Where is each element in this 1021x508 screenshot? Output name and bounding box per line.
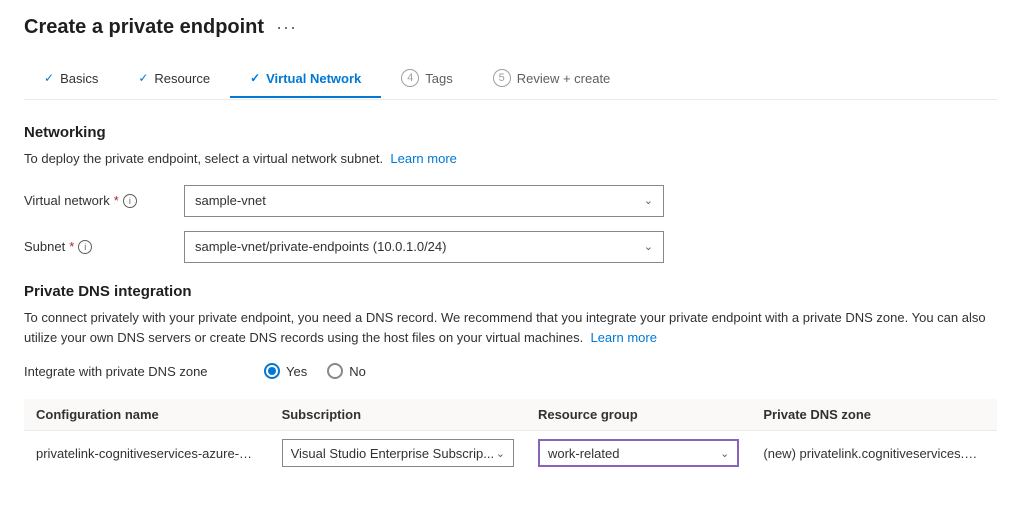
- dns-no-option[interactable]: No: [327, 363, 366, 379]
- table-row: privatelink-cognitiveservices-azure-c...…: [24, 431, 997, 476]
- required-marker: *: [69, 239, 74, 254]
- dns-learn-more-link[interactable]: Learn more: [590, 330, 656, 345]
- resource-group-cell: work-related ⌄: [526, 431, 751, 476]
- yes-radio-button[interactable]: [264, 363, 280, 379]
- tab-tags[interactable]: 4 Tags: [381, 59, 472, 99]
- col-subscription: Subscription: [270, 399, 526, 431]
- tab-review-create[interactable]: 5 Review + create: [473, 59, 631, 99]
- subnet-value: sample-vnet/private-endpoints (10.0.1.0/…: [195, 239, 446, 254]
- no-radio-button[interactable]: [327, 363, 343, 379]
- subnet-row: Subnet * i sample-vnet/private-endpoints…: [24, 231, 997, 263]
- networking-desc-text: To deploy the private endpoint, select a…: [24, 151, 383, 166]
- subnet-info-icon[interactable]: i: [78, 240, 92, 254]
- chevron-down-icon: ⌄: [644, 194, 653, 207]
- dns-description: To connect privately with your private e…: [24, 308, 997, 350]
- tab-review-number: 5: [493, 69, 511, 87]
- page-header: Create a private endpoint ···: [24, 16, 997, 39]
- page-container: Create a private endpoint ··· ✓ Basics ✓…: [0, 0, 1021, 491]
- tab-resource[interactable]: ✓ Resource: [118, 61, 230, 98]
- subnet-select-wrapper: sample-vnet/private-endpoints (10.0.1.0/…: [184, 231, 664, 263]
- dns-integrate-label: Integrate with private DNS zone: [24, 364, 244, 379]
- virtual-network-select[interactable]: sample-vnet ⌄: [184, 185, 664, 217]
- dns-table-wrapper: Configuration name Subscription Resource…: [24, 399, 997, 475]
- config-name-value: privatelink-cognitiveservices-azure-c...: [36, 446, 256, 461]
- dns-table: Configuration name Subscription Resource…: [24, 399, 997, 475]
- subnet-select[interactable]: sample-vnet/private-endpoints (10.0.1.0/…: [184, 231, 664, 263]
- check-icon: ✓: [250, 71, 260, 85]
- virtual-network-value: sample-vnet: [195, 193, 266, 208]
- subscription-value: Visual Studio Enterprise Subscrip...: [291, 446, 495, 461]
- virtual-network-label: Virtual network * i: [24, 193, 184, 208]
- chevron-down-icon: ⌄: [496, 447, 505, 460]
- dns-yes-option[interactable]: Yes: [264, 363, 307, 379]
- check-icon: ✓: [138, 71, 148, 85]
- col-resource-group: Resource group: [526, 399, 751, 431]
- dns-section: Private DNS integration To connect priva…: [24, 283, 997, 476]
- chevron-down-icon: ⌄: [644, 240, 653, 253]
- more-options-icon[interactable]: ···: [276, 17, 297, 38]
- tab-resource-label: Resource: [154, 71, 210, 86]
- tab-virtual-network-label: Virtual Network: [266, 71, 361, 86]
- col-config-name: Configuration name: [24, 399, 270, 431]
- col-dns-zone: Private DNS zone: [751, 399, 997, 431]
- virtual-network-info-icon[interactable]: i: [123, 194, 137, 208]
- dns-table-header-row: Configuration name Subscription Resource…: [24, 399, 997, 431]
- networking-title: Networking: [24, 124, 997, 141]
- subscription-cell: Visual Studio Enterprise Subscrip... ⌄: [270, 431, 526, 476]
- resource-group-value: work-related: [548, 446, 620, 461]
- tab-virtual-network[interactable]: ✓ Virtual Network: [230, 61, 381, 98]
- chevron-down-icon: ⌄: [720, 447, 729, 460]
- tab-review-label: Review + create: [517, 71, 611, 86]
- tab-basics-label: Basics: [60, 71, 98, 86]
- networking-description: To deploy the private endpoint, select a…: [24, 149, 997, 169]
- subnet-label: Subnet * i: [24, 239, 184, 254]
- no-label: No: [349, 364, 366, 379]
- wizard-tabs: ✓ Basics ✓ Resource ✓ Virtual Network 4 …: [24, 59, 997, 100]
- dns-integrate-row: Integrate with private DNS zone Yes No: [24, 363, 997, 379]
- networking-learn-more-link[interactable]: Learn more: [390, 151, 456, 166]
- virtual-network-row: Virtual network * i sample-vnet ⌄: [24, 185, 997, 217]
- virtual-network-select-wrapper: sample-vnet ⌄: [184, 185, 664, 217]
- page-title: Create a private endpoint: [24, 16, 264, 39]
- dns-desc-text: To connect privately with your private e…: [24, 310, 986, 346]
- tab-basics[interactable]: ✓ Basics: [24, 61, 118, 98]
- dns-section-title: Private DNS integration: [24, 283, 997, 300]
- yes-label: Yes: [286, 364, 307, 379]
- tab-tags-label: Tags: [425, 71, 452, 86]
- dns-zone-value: (new) privatelink.cognitiveservices.az..…: [763, 446, 983, 461]
- networking-section: Networking To deploy the private endpoin…: [24, 124, 997, 263]
- check-icon: ✓: [44, 71, 54, 85]
- dns-zone-cell: (new) privatelink.cognitiveservices.az..…: [751, 431, 997, 476]
- tab-tags-number: 4: [401, 69, 419, 87]
- subscription-select[interactable]: Visual Studio Enterprise Subscrip... ⌄: [282, 439, 514, 467]
- config-name-cell: privatelink-cognitiveservices-azure-c...: [24, 431, 270, 476]
- resource-group-select[interactable]: work-related ⌄: [538, 439, 739, 467]
- required-marker: *: [114, 193, 119, 208]
